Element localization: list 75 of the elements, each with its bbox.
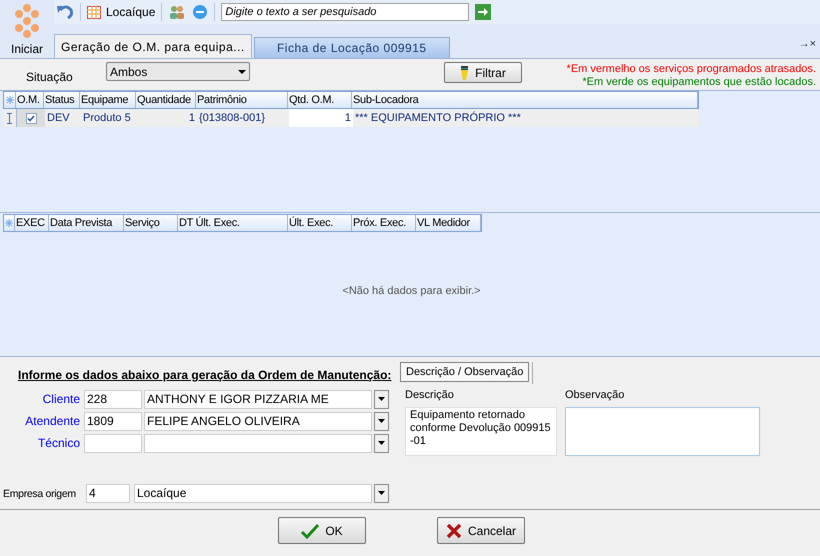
description-field[interactable]: Equipamento retornado conforme Devolução 009915 -01 — [405, 406, 557, 456]
column-header[interactable]: Serviço — [124, 215, 178, 231]
column-header[interactable]: Patrimônio — [196, 92, 288, 108]
name-field[interactable]: ANTHONY E IGOR PIZZARIA ME — [144, 390, 372, 408]
column-header[interactable]: O.M. — [16, 92, 44, 108]
column-header[interactable]: VL Medidor — [416, 215, 481, 231]
dropdown-button[interactable] — [374, 412, 389, 430]
tab[interactable]: Ficha de Locação 009915 — [254, 37, 450, 58]
table-cell: 1 — [289, 109, 353, 127]
code-field[interactable]: 4 — [86, 484, 130, 502]
code-field[interactable]: 228 — [84, 390, 142, 408]
caret-icon — [378, 491, 385, 495]
undo-icon[interactable] — [56, 4, 74, 20]
observation-field[interactable] — [565, 406, 760, 456]
status-dropdown[interactable]: Ambos — [106, 62, 250, 81]
tab[interactable]: Geração de O.M. para equipa... — [54, 34, 252, 58]
dropdown-button[interactable] — [374, 484, 389, 502]
column-header[interactable]: Sub-Locadora — [352, 92, 698, 108]
column-header[interactable]: Equipame — [80, 92, 136, 108]
form-title: Informe os dados abaixo para geração da Ordem de Manutenção: — [18, 367, 392, 384]
name-field[interactable] — [144, 434, 372, 452]
filter-label: Situação — [26, 69, 74, 86]
notes-tab[interactable]: Descrição / Observação — [400, 362, 530, 382]
checkmark-icon — [27, 114, 35, 122]
caret-icon — [238, 70, 246, 74]
search-field[interactable]: Digite o texto a ser pesquisado — [221, 3, 470, 21]
ok-button[interactable]: OK — [278, 517, 366, 544]
checkmark-icon — [301, 522, 320, 538]
name-field[interactable]: Locaíque — [134, 484, 372, 502]
tab-controls[interactable]: →× — [798, 36, 816, 52]
field-label: Técnico — [36, 435, 81, 452]
users-icon[interactable] — [168, 4, 186, 20]
grid-icon — [87, 6, 101, 18]
logo-icon — [12, 4, 42, 38]
column-header[interactable]: Próx. Exec. — [352, 215, 416, 231]
asterisk-icon — [5, 219, 13, 227]
column-header[interactable]: Status — [44, 92, 80, 108]
minus-circle-icon[interactable] — [192, 4, 208, 20]
caret-icon — [378, 419, 385, 423]
company-button[interactable]: Locaíque — [87, 3, 156, 21]
name-field[interactable]: FELIPE ANGELO OLIVEIRA — [144, 412, 372, 430]
column-header[interactable]: Qtd. O.M. — [288, 92, 352, 108]
column-header[interactable]: EXEC — [15, 215, 49, 231]
column-header[interactable]: Data Prevista — [49, 215, 124, 231]
field-label: Atendente — [24, 413, 81, 430]
checkbox[interactable] — [26, 112, 36, 124]
filter-button[interactable]: Filtrar — [444, 62, 522, 83]
empty-message: <Não há dados para exibir.> — [342, 284, 481, 299]
table-cell-text: {013808-001} — [198, 111, 266, 126]
dropdown-button[interactable] — [374, 390, 389, 408]
caret-icon — [378, 397, 385, 401]
caret-icon — [378, 441, 385, 445]
table-cell-text: 1 — [188, 111, 196, 126]
code-field[interactable] — [84, 434, 142, 452]
text-cursor-icon — [7, 112, 12, 124]
close-icon — [446, 522, 462, 538]
field-label: Empresa origem — [3, 488, 76, 500]
dropdown-button[interactable] — [374, 434, 389, 452]
legend-note: *Em vermelho os serviços programados atrasados. — [566, 63, 816, 76]
column-header[interactable]: Últ. Exec. — [288, 215, 352, 231]
legend-note: *Em verde os equipamentos que estão locados. — [582, 76, 816, 89]
arrow-right-icon[interactable] — [475, 4, 492, 20]
cancel-button[interactable]: Cancelar — [437, 517, 525, 544]
description-label: Descrição — [405, 388, 455, 403]
broom-icon — [460, 66, 470, 80]
column-header[interactable]: DT Últ. Exec. — [178, 215, 288, 231]
table-cell-text: Produto 5 — [82, 111, 132, 126]
table-row[interactable]: DEV Produto 5 1 {013808-001} 1 *** EQUIPAMENTO PRÓPRIO *** — [3, 109, 699, 127]
code-field[interactable]: 1809 — [84, 412, 142, 430]
table-cell-text: *** EQUIPAMENTO PRÓPRIO *** — [354, 110, 522, 126]
asterisk-icon — [6, 96, 14, 104]
observation-label: Observação — [565, 388, 626, 403]
field-label: Cliente — [42, 391, 81, 408]
table-cell-text: DEV — [46, 111, 71, 126]
column-header[interactable]: Quantidade — [136, 92, 196, 108]
